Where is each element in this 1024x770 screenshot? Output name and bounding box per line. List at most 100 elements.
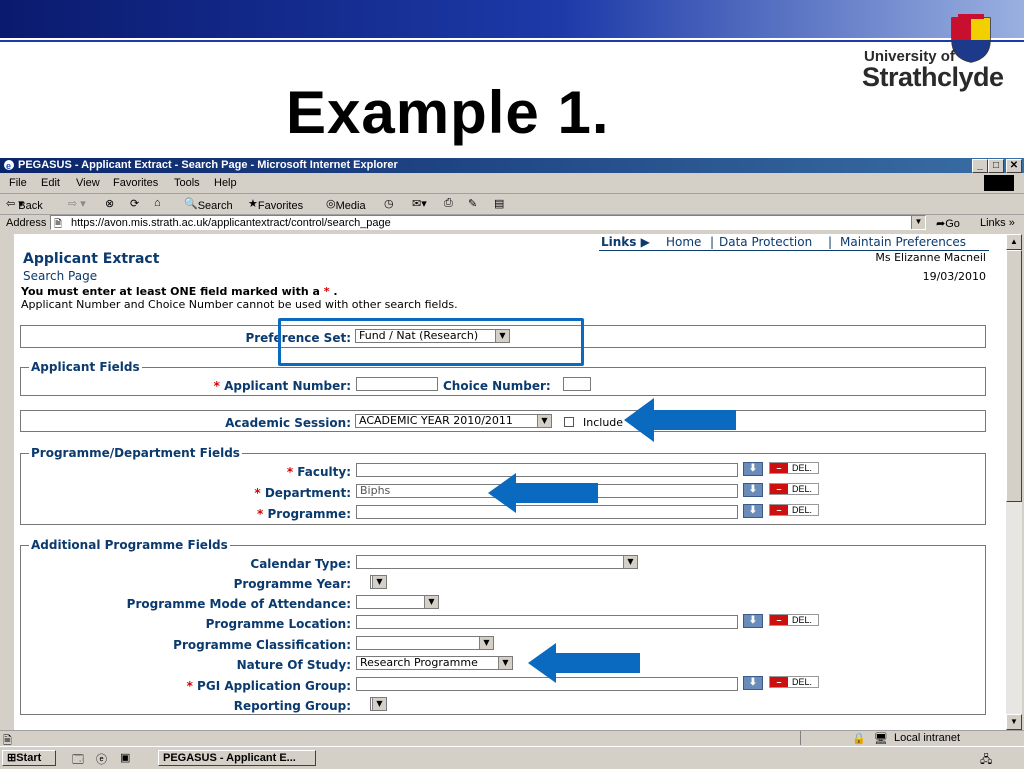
calendar-type-label: Calendar Type: xyxy=(250,557,351,571)
media-label: Media xyxy=(335,200,366,212)
department-lookup-button[interactable]: ⬇ xyxy=(743,483,763,497)
location-del-button[interactable]: – DEL. xyxy=(769,614,819,626)
address-input[interactable]: 🗎 https://avon.mis.strath.ac.uk/applican… xyxy=(50,215,926,230)
menu-file[interactable]: File xyxy=(9,177,27,189)
task-pegasus-button[interactable]: PEGASUS - Applicant E... xyxy=(158,750,316,766)
close-button[interactable]: ✕ xyxy=(1006,159,1022,173)
applicant-number-input[interactable] xyxy=(356,377,438,391)
programme-classification-select[interactable]: ▼ xyxy=(356,636,494,650)
academic-session-select[interactable]: ACADEMIC YEAR 2010/2011 ▼ xyxy=(355,414,552,428)
programme-lookup-button[interactable]: ⬇ xyxy=(743,504,763,518)
chevron-down-icon: ▼ xyxy=(537,415,551,427)
programme-department-legend: Programme/Department Fields xyxy=(29,446,242,460)
department-del-button[interactable]: – DEL. xyxy=(769,483,819,495)
scroll-thumb[interactable] xyxy=(1006,250,1022,502)
menu-tools[interactable]: Tools xyxy=(174,177,200,189)
search-button[interactable]: 🔍 Search xyxy=(184,197,233,212)
quicklaunch-app-icon[interactable]: ▣ xyxy=(120,751,130,764)
choice-number-input[interactable] xyxy=(563,377,591,391)
faculty-del-button[interactable]: – DEL. xyxy=(769,462,819,474)
menu-view[interactable]: View xyxy=(76,177,100,189)
pgi-application-group-label: * PGI Application Group: xyxy=(186,679,351,693)
callout-arrow-icon xyxy=(528,643,640,683)
choice-number-label: Choice Number: xyxy=(443,379,551,393)
mode-of-attendance-select[interactable]: ▼ xyxy=(356,595,439,609)
applicant-fields-panel: Applicant Fields * Applicant Number: Cho… xyxy=(20,360,986,396)
applicant-number-label: * Applicant Number: xyxy=(213,379,351,393)
nav-links-label: Links ▶ xyxy=(601,235,650,249)
start-button[interactable]: ⊞Start xyxy=(2,750,56,766)
reporting-group-select[interactable]: ▼ xyxy=(370,697,387,711)
include-label: Include xyxy=(583,416,624,429)
nature-of-study-select[interactable]: Research Programme ▼ xyxy=(356,656,513,670)
address-dropdown-icon[interactable]: ▼ xyxy=(911,216,925,229)
programme-label: * Programme: xyxy=(257,507,351,521)
stop-icon[interactable]: ⊗ xyxy=(105,197,114,210)
vertical-scrollbar[interactable]: ▲ ▼ xyxy=(1006,234,1022,730)
edit-icon[interactable]: ✎ xyxy=(468,197,477,210)
programme-year-select[interactable]: ▼ xyxy=(370,575,387,589)
windows-logo-icon xyxy=(984,175,1014,191)
academic-session-label: Academic Session: xyxy=(225,416,351,430)
chevron-down-icon: ▼ xyxy=(424,596,438,608)
faculty-lookup-button[interactable]: ⬇ xyxy=(743,462,763,476)
nav-preferences-link[interactable]: Maintain Preferences xyxy=(840,235,966,249)
quicklaunch-ie-icon[interactable]: ⓔ xyxy=(96,751,107,767)
forward-icon[interactable]: ⇨ ▾ xyxy=(68,197,86,210)
links-button[interactable]: Links » xyxy=(980,217,1015,229)
chevron-down-icon: ▼ xyxy=(479,637,493,649)
media-button[interactable]: ◎ Media xyxy=(326,197,366,212)
ie-icon: e xyxy=(3,159,15,171)
pgi-lookup-button[interactable]: ⬇ xyxy=(743,676,763,690)
window-title: PEGASUS - Applicant Extract - Search Pag… xyxy=(18,159,398,171)
nav-data-protection-link[interactable]: Data Protection xyxy=(719,235,812,249)
programme-location-label: Programme Location: xyxy=(205,617,351,631)
exclusive-note: Applicant Number and Choice Number canno… xyxy=(21,298,458,311)
taskbar: ⊞Start 🗔 ⓔ ▣ PEGASUS - Applicant E... 🖧 xyxy=(0,746,1024,769)
academic-session-panel: Academic Session: ACADEMIC YEAR 2010/201… xyxy=(20,410,986,432)
programme-location-input[interactable] xyxy=(356,615,738,629)
local-intranet-icon: 🖥 xyxy=(874,733,888,745)
discuss-icon[interactable]: ▤ xyxy=(494,197,504,210)
favorites-button[interactable]: ★ Favorites xyxy=(248,197,303,212)
pgi-del-button[interactable]: – DEL. xyxy=(769,676,819,688)
quicklaunch-desktop-icon[interactable]: 🗔 xyxy=(72,751,84,770)
additional-programme-panel: Additional Programme Fields Calendar Typ… xyxy=(20,538,986,715)
page-title: Applicant Extract xyxy=(23,251,160,267)
address-url: https://avon.mis.strath.ac.uk/applicante… xyxy=(71,217,391,229)
menu-help[interactable]: Help xyxy=(214,177,237,189)
status-bar: 🗎 🔒 🖥 Local intranet xyxy=(0,730,1024,747)
maximize-button[interactable]: □ xyxy=(988,159,1004,173)
programme-del-button[interactable]: – DEL. xyxy=(769,504,819,516)
refresh-icon[interactable]: ⟳ xyxy=(130,197,139,210)
menu-edit[interactable]: Edit xyxy=(41,177,60,189)
calendar-type-select[interactable]: ▼ xyxy=(356,555,638,569)
print-icon[interactable]: ⎙ xyxy=(444,197,453,210)
history-icon[interactable]: ◷ xyxy=(384,197,394,210)
slide-header-bar xyxy=(0,0,1024,38)
status-divider xyxy=(800,731,821,745)
links-label: Links xyxy=(980,217,1006,229)
minimize-button[interactable]: _ xyxy=(972,159,988,173)
nav-home-link[interactable]: Home xyxy=(666,235,701,249)
go-button[interactable]: ➦Go xyxy=(936,217,960,230)
svg-text:e: e xyxy=(6,161,11,171)
back-label: Back xyxy=(18,200,43,212)
back-button[interactable]: ⇦ Back ▾ xyxy=(6,197,43,212)
callout-arrow-icon xyxy=(488,473,598,513)
scroll-up-icon[interactable]: ▲ xyxy=(1006,234,1022,250)
slide-title: Example 1. xyxy=(286,79,610,146)
include-checkbox[interactable] xyxy=(564,417,574,427)
chevron-down-icon: ▼ xyxy=(498,657,512,669)
menu-favorites[interactable]: Favorites xyxy=(113,177,158,189)
location-lookup-button[interactable]: ⬇ xyxy=(743,614,763,628)
chevron-down-icon: ▼ xyxy=(372,698,386,710)
chevron-down-icon: ▼ xyxy=(623,556,637,568)
go-label: Go xyxy=(945,218,960,230)
user-name: Ms Elizanne Macneil xyxy=(875,251,986,264)
mail-icon[interactable]: ✉▾ xyxy=(412,197,427,210)
current-date: 19/03/2010 xyxy=(922,270,986,283)
menu-bar: File Edit View Favorites Tools Help xyxy=(0,174,1024,194)
home-icon[interactable]: ⌂ xyxy=(154,197,161,209)
scroll-down-icon[interactable]: ▼ xyxy=(1006,714,1022,730)
